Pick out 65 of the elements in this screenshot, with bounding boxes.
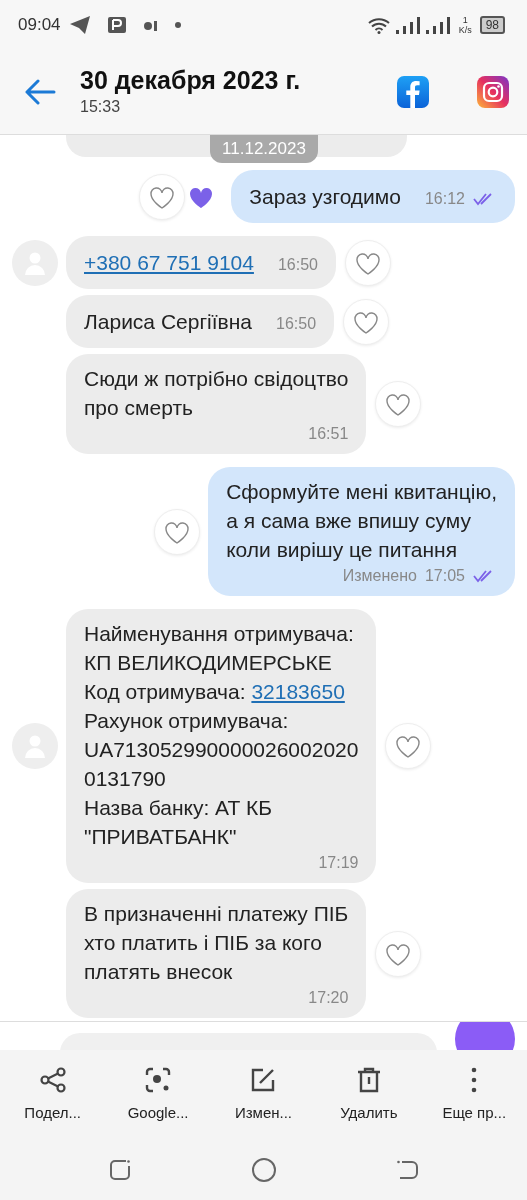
heart-icon bbox=[384, 391, 413, 417]
toolbar-button[interactable]: Удалить bbox=[316, 1066, 422, 1125]
message-time: 17:19 bbox=[318, 853, 359, 873]
parking-icon bbox=[106, 15, 127, 35]
message-text: Рахунок отримувача: bbox=[84, 708, 290, 734]
message-text: а я сама вже впишу суму bbox=[226, 508, 472, 534]
message-time: 16:51 bbox=[308, 424, 349, 444]
link[interactable]: 32183650 bbox=[251, 680, 345, 703]
toolbar-button[interactable]: Подел... bbox=[0, 1066, 106, 1125]
more-icon bbox=[471, 1066, 478, 1094]
back-arrow-icon bbox=[24, 79, 56, 105]
signal-icon bbox=[394, 16, 421, 34]
message-text: Найменування отримувача: bbox=[84, 621, 355, 647]
like-button[interactable] bbox=[375, 381, 422, 427]
like-button[interactable] bbox=[344, 239, 391, 286]
message-text: Назва банку: АТ КБ bbox=[84, 795, 274, 821]
message-time: 16:50 bbox=[277, 255, 318, 275]
message-time: 16:12 bbox=[424, 189, 465, 209]
message-text: "ПРИВАТБАНК" bbox=[84, 824, 238, 850]
edited-label: Изменено bbox=[342, 566, 417, 586]
recent-apps-icon[interactable] bbox=[107, 1158, 132, 1182]
message-text: коли вирішу це питання bbox=[226, 537, 459, 563]
message-time: 17:20 bbox=[308, 988, 349, 1008]
message-text: про смерть bbox=[84, 395, 194, 421]
signal-icon bbox=[424, 16, 451, 34]
status-time: 09:04 bbox=[18, 14, 61, 37]
dot-icon bbox=[174, 22, 181, 28]
message-text: Зараз узгодимо bbox=[249, 184, 401, 210]
message-time: 16:50 bbox=[276, 314, 317, 334]
message-text: Лариса Сергіївна bbox=[84, 309, 252, 335]
instagram-icon[interactable] bbox=[477, 76, 509, 108]
date-chip: 11.12.2023 bbox=[210, 135, 318, 163]
phone-link[interactable]: +380 67 751 9104 bbox=[84, 251, 254, 274]
facebook-icon[interactable] bbox=[397, 76, 429, 108]
message-time: 17:05 bbox=[424, 566, 465, 586]
like-button[interactable] bbox=[385, 723, 432, 769]
like-button[interactable] bbox=[154, 508, 201, 555]
wifi-icon bbox=[366, 16, 391, 34]
message-text: UA713052990000026002020 bbox=[84, 737, 359, 763]
paper-plane-icon bbox=[68, 15, 91, 35]
toolbar-button[interactable]: Google... bbox=[105, 1066, 211, 1125]
header-subtitle: 15:33 bbox=[80, 97, 122, 117]
message-text: 0131790 bbox=[84, 766, 167, 792]
message-text: Сюди ж потрібно свідоцтво bbox=[84, 366, 349, 392]
toolbar-button[interactable]: Еще пр... bbox=[421, 1066, 527, 1125]
like-button[interactable] bbox=[343, 298, 390, 345]
message-text: Сформуйте мені квитанцію, bbox=[226, 479, 497, 505]
like-button[interactable] bbox=[139, 173, 186, 220]
like-button[interactable] bbox=[375, 930, 422, 977]
battery-indicator: 98 bbox=[479, 16, 505, 34]
message-text: В призначенні платежу ПІБ bbox=[84, 901, 349, 927]
back-button[interactable] bbox=[24, 79, 56, 105]
message-text: хто платить і ПІБ за кого bbox=[84, 930, 323, 956]
speed-unit: K/s bbox=[458, 25, 472, 35]
message-text: платять внесок bbox=[84, 959, 234, 985]
message-text: КП ВЕЛИКОДИМЕРСЬКЕ bbox=[84, 650, 333, 676]
home-icon[interactable] bbox=[250, 1157, 277, 1183]
scan-icon bbox=[144, 1066, 173, 1094]
speed-value: 1 bbox=[462, 15, 468, 25]
message-text: Код отримувача: 32183650 bbox=[84, 679, 346, 705]
share-icon bbox=[38, 1066, 67, 1094]
heart-icon bbox=[394, 733, 423, 759]
back-icon[interactable] bbox=[395, 1158, 420, 1182]
header-title: 30 декабря 2023 г. bbox=[80, 65, 301, 95]
toolbar-button[interactable]: Измен... bbox=[210, 1066, 316, 1125]
